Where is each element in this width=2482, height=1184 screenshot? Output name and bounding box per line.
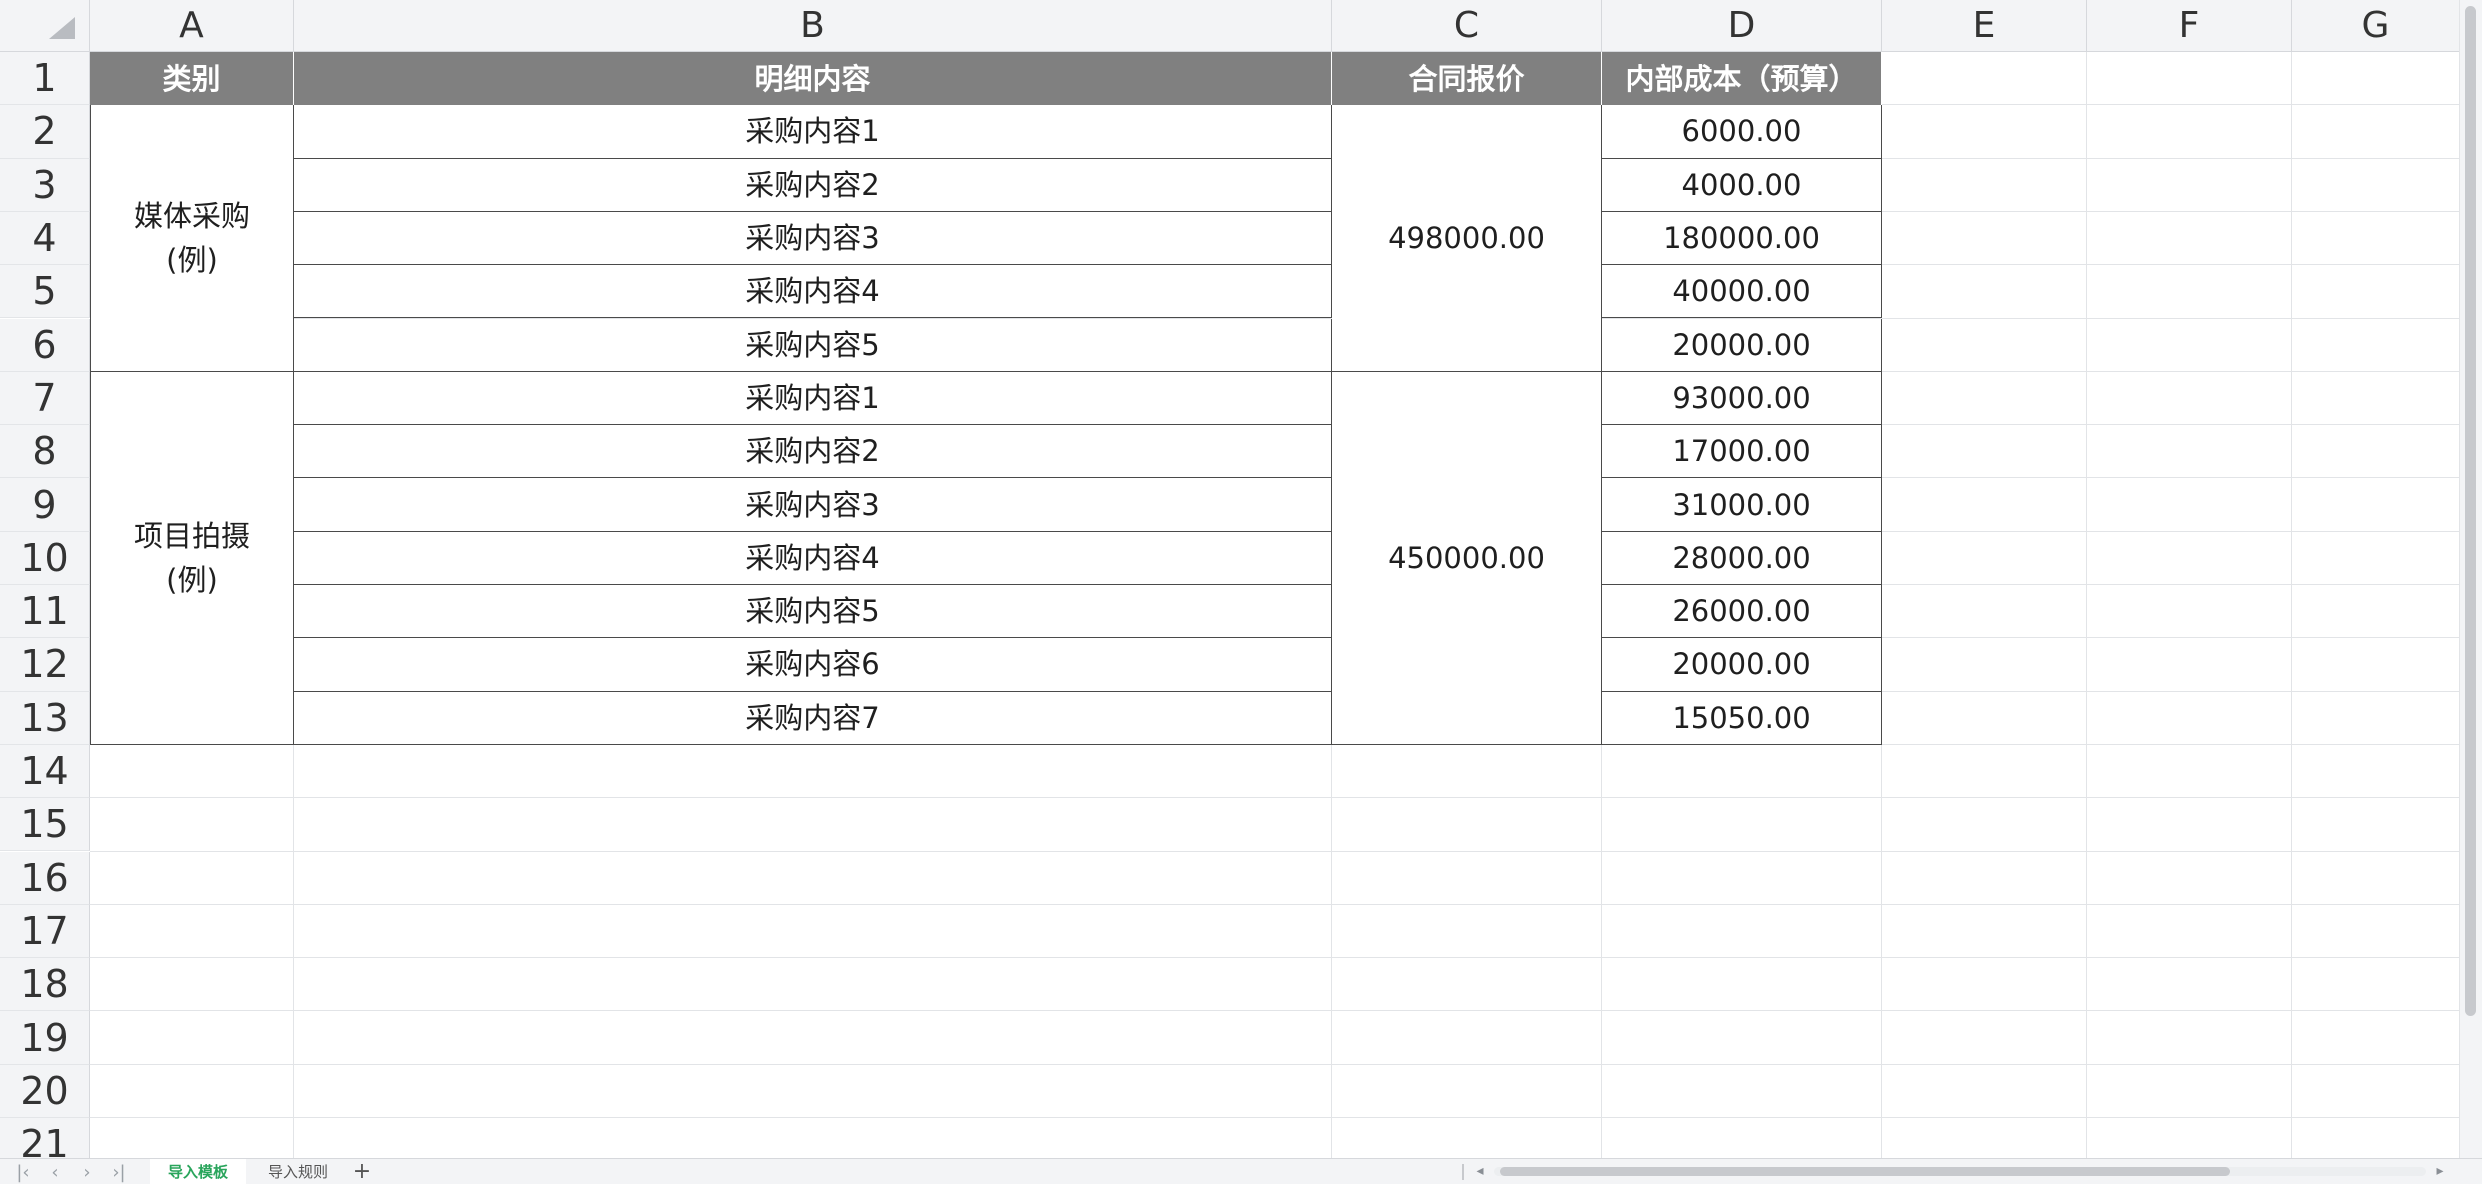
column-header-0[interactable]: A (90, 0, 294, 52)
cost-cell[interactable]: 93000.00 (1602, 371, 1882, 426)
header-category[interactable]: 类别 (90, 52, 294, 106)
row-header[interactable]: 11 (0, 585, 90, 639)
row-header[interactable]: 18 (0, 958, 90, 1012)
tab-import-rules[interactable]: 导入规则 (250, 1159, 346, 1184)
detail-cell[interactable]: 采购内容1 (294, 371, 1332, 426)
first-sheet-icon[interactable]: |‹ (10, 1161, 36, 1183)
detail-cell[interactable]: 采购内容7 (294, 691, 1332, 745)
spreadsheet-grid[interactable]: ABCDEFG 1 2 3 4 5 6 7 8 9 10 11 12 13 14 15 16 17 18 19 20 2… (0, 0, 2482, 1172)
grid-hline (90, 850, 2460, 852)
grid-hline (90, 1010, 2460, 1012)
grid-hline (90, 903, 2460, 905)
cost-cell[interactable]: 6000.00 (1602, 105, 1882, 159)
scroll-right-icon[interactable]: ▸ (2430, 1162, 2450, 1180)
grid-hline (90, 1117, 2460, 1118)
column-header-1[interactable]: B (294, 0, 1332, 52)
header-contract-price[interactable]: 合同报价 (1332, 52, 1602, 106)
horizontal-scroll-thumb[interactable] (1500, 1167, 2230, 1176)
grid-hline (90, 1063, 2460, 1065)
cost-cell[interactable]: 17000.00 (1602, 425, 1882, 479)
cost-cell[interactable]: 4000.00 (1602, 158, 1882, 212)
detail-cell[interactable]: 采购内容4 (294, 531, 1332, 585)
cost-cell[interactable]: 20000.00 (1602, 638, 1882, 692)
vertical-scrollbar[interactable] (2459, 0, 2482, 1158)
tab-import-template[interactable]: 导入模板 (150, 1159, 246, 1184)
row-header[interactable]: 12 (0, 638, 90, 692)
row-header[interactable]: 7 (0, 371, 90, 426)
detail-cell[interactable]: 采购内容2 (294, 158, 1332, 212)
tab-divider (1462, 1164, 1464, 1180)
cost-cell[interactable]: 180000.00 (1602, 211, 1882, 266)
row-header[interactable]: 2 (0, 105, 90, 159)
cost-cell[interactable]: 15050.00 (1602, 691, 1882, 745)
select-all-corner[interactable] (0, 0, 90, 52)
column-header-2[interactable]: C (1332, 0, 1602, 52)
category-cell[interactable]: 项目拍摄 (例) (90, 371, 294, 745)
detail-cell[interactable]: 采购内容5 (294, 318, 1332, 372)
row-header[interactable]: 19 (0, 1011, 90, 1065)
row-header[interactable]: 17 (0, 904, 90, 959)
row-header[interactable]: 1 (0, 52, 90, 106)
cost-cell[interactable]: 26000.00 (1602, 585, 1882, 639)
header-internal-cost[interactable]: 内部成本（预算） (1602, 52, 1882, 106)
row-header[interactable]: 15 (0, 798, 90, 852)
detail-cell[interactable]: 采购内容3 (294, 211, 1332, 266)
cost-cell[interactable]: 40000.00 (1602, 265, 1882, 319)
cost-cell[interactable]: 20000.00 (1602, 318, 1882, 372)
last-sheet-icon[interactable]: ›| (106, 1161, 132, 1183)
grid-hline (90, 797, 2460, 799)
category-note: (例) (166, 243, 218, 278)
column-header-5[interactable]: F (2087, 0, 2292, 52)
add-sheet-button[interactable]: + (350, 1159, 374, 1184)
column-header-3[interactable]: D (1602, 0, 1882, 52)
detail-cell[interactable]: 采购内容5 (294, 585, 1332, 639)
grid-vline (2086, 52, 2087, 1158)
cost-cell[interactable]: 31000.00 (1602, 478, 1882, 532)
category-cell[interactable]: 媒体采购 (例) (90, 105, 294, 372)
sheet-tab-bar: |‹ ‹ › ›| 导入模板 导入规则 + ◂ ▸ (0, 1158, 2482, 1184)
prev-sheet-icon[interactable]: ‹ (42, 1161, 68, 1183)
column-header-6[interactable]: G (2292, 0, 2460, 52)
category-label: 媒体采购 (133, 199, 250, 234)
detail-cell[interactable]: 采购内容6 (294, 638, 1332, 692)
detail-cell[interactable]: 采购内容1 (294, 105, 1332, 159)
row-header[interactable]: 3 (0, 158, 90, 212)
row-header[interactable]: 9 (0, 478, 90, 532)
horizontal-scrollbar[interactable]: ◂ ▸ (1470, 1162, 2450, 1180)
grid-hline (90, 957, 2460, 959)
row-header[interactable]: 6 (0, 318, 90, 372)
row-header[interactable]: 10 (0, 531, 90, 585)
grid-vline (2291, 52, 2292, 1158)
contract-price-cell[interactable]: 450000.00 (1332, 371, 1602, 745)
row-header[interactable]: 5 (0, 265, 90, 319)
detail-cell[interactable]: 采购内容2 (294, 425, 1332, 479)
row-header[interactable]: 16 (0, 851, 90, 905)
contract-price-cell[interactable]: 498000.00 (1332, 105, 1602, 372)
column-header-4[interactable]: E (1882, 0, 2087, 52)
category-label: 项目拍摄 (133, 518, 250, 553)
scroll-left-icon[interactable]: ◂ (1470, 1162, 1490, 1180)
next-sheet-icon[interactable]: › (74, 1161, 100, 1183)
row-header[interactable]: 14 (0, 744, 90, 799)
row-header[interactable]: 20 (0, 1064, 90, 1118)
detail-cell[interactable]: 采购内容3 (294, 478, 1332, 532)
category-note: (例) (166, 562, 218, 597)
row-header[interactable]: 8 (0, 425, 90, 479)
row-header[interactable]: 4 (0, 211, 90, 266)
cost-cell[interactable]: 28000.00 (1602, 531, 1882, 585)
detail-cell[interactable]: 采购内容4 (294, 265, 1332, 319)
header-detail[interactable]: 明细内容 (294, 52, 1332, 106)
vertical-scroll-thumb[interactable] (2465, 6, 2476, 1016)
row-header[interactable]: 13 (0, 691, 90, 745)
